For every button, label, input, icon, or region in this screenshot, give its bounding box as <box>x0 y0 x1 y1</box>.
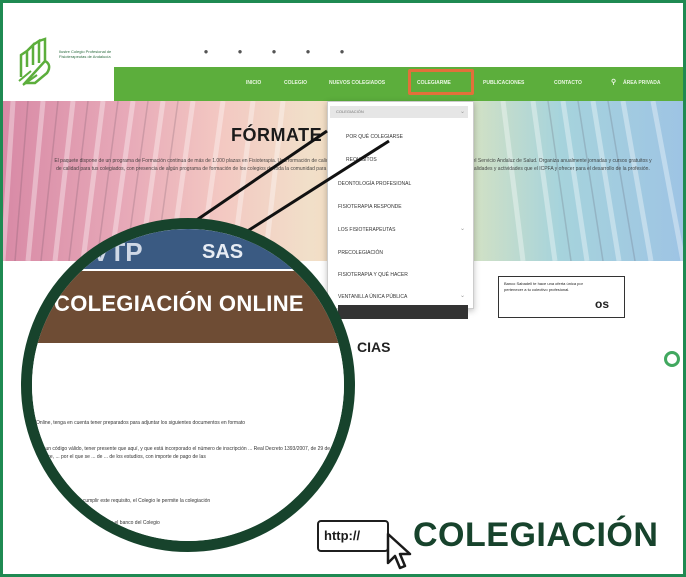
magnified-paragraph: con un código válido, tener presente que… <box>36 446 331 460</box>
magnified-paragraph: ... en el banco del Colegio <box>102 520 160 526</box>
magnified-header: VTP SAS <box>32 229 344 269</box>
magnified-paragraph: ... puede cumplir este requisito, el Col… <box>62 498 211 504</box>
magnified-title: COLEGIACIÓN ONLINE <box>54 291 304 316</box>
magnified-content <box>32 343 344 541</box>
colegiacion-wordmark: COLEGIACIÓN <box>413 516 659 554</box>
magnified-tab: SAS <box>202 241 244 263</box>
screenshot-frame: Ilustre Colegio Profesional de Fisiotera… <box>0 0 686 577</box>
cursor-arrow-icon <box>386 532 412 570</box>
magnifier-circle: VTP SAS COLEGIACIÓN ONLINE Online, tenga… <box>21 218 355 552</box>
url-text: http:// <box>324 528 361 543</box>
magnified-tab: VTP <box>92 237 143 267</box>
magnified-paragraph: Online, tenga en cuenta tener preparados… <box>36 420 246 426</box>
